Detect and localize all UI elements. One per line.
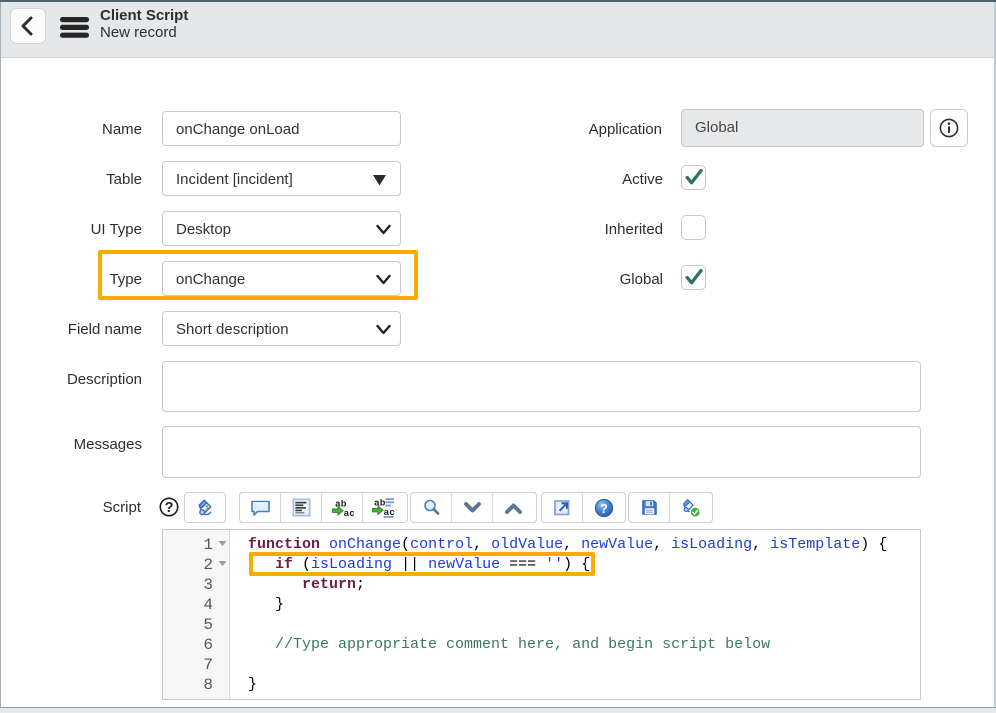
svg-text:?: ?: [600, 501, 608, 515]
svg-text:?: ?: [165, 500, 174, 516]
svg-text:ac: ac: [343, 508, 354, 518]
